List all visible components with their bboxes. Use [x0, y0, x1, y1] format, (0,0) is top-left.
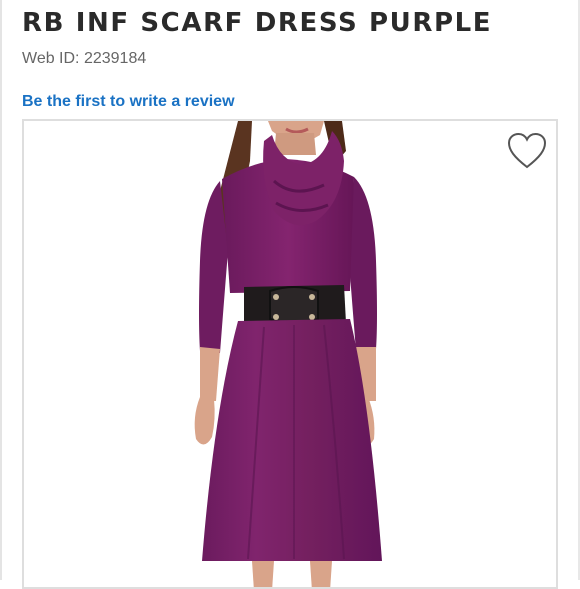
product-image-panel[interactable] [22, 119, 558, 589]
web-id: Web ID: 2239184 [22, 50, 147, 67]
left-edge-rule [0, 0, 2, 580]
favorite-button[interactable] [506, 131, 548, 171]
write-review-link[interactable]: Be the first to write a review [22, 93, 235, 111]
product-title: RB INF SCARF DRESS PURPLE [22, 8, 493, 38]
product-image [194, 121, 382, 587]
heart-outline-icon [507, 132, 547, 169]
